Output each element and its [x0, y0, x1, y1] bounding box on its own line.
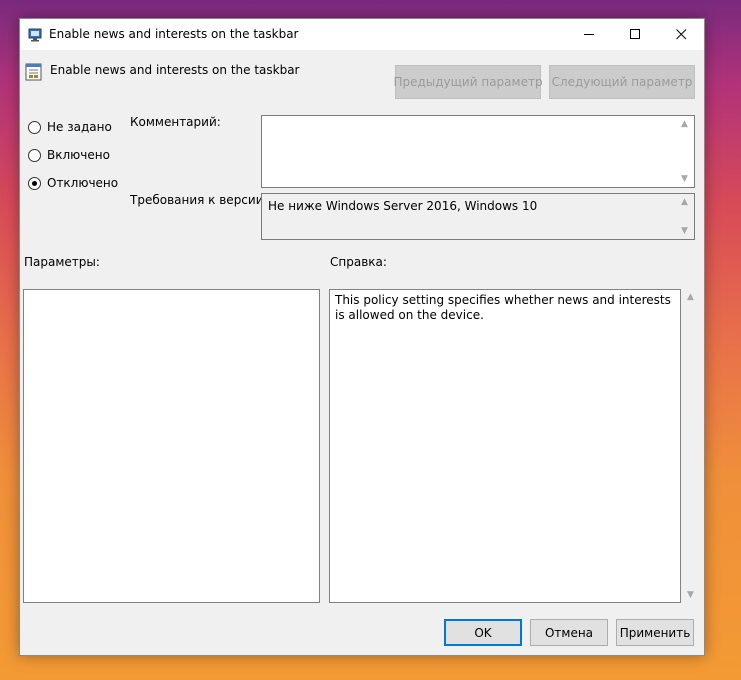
policy-name: Enable news and interests on the taskbar [50, 63, 300, 77]
minimize-icon [584, 34, 594, 35]
next-setting-button[interactable]: Следующий параметр [549, 65, 695, 99]
help-text: This policy setting specifies whether ne… [335, 293, 671, 322]
close-button[interactable] [658, 19, 704, 50]
requirements-label: Требования к версии: [130, 193, 268, 207]
options-panel-label: Параметры: [24, 255, 100, 269]
radio-label: Включено [47, 148, 110, 162]
comment-label: Комментарий: [130, 115, 221, 129]
requirements-scrollbar[interactable]: ▲ ▼ [677, 194, 694, 239]
title-bar[interactable]: Enable news and interests on the taskbar [20, 19, 704, 50]
help-panel[interactable]: This policy setting specifies whether ne… [329, 289, 681, 603]
policy-dialog: Enable news and interests on the taskbar [19, 18, 705, 656]
comment-scrollbar[interactable]: ▲ ▼ [677, 116, 694, 187]
help-scrollbar[interactable]: ▲ ▼ [683, 289, 700, 603]
options-panel[interactable] [23, 289, 320, 603]
chevron-up-icon[interactable]: ▲ [681, 197, 688, 207]
minimize-button[interactable] [566, 19, 612, 50]
close-icon [676, 29, 687, 40]
apply-button[interactable]: Применить [616, 619, 694, 646]
radio-label: Отключено [47, 176, 119, 190]
ok-button[interactable]: OK [444, 619, 522, 646]
maximize-button[interactable] [612, 19, 658, 50]
previous-setting-button[interactable]: Предыдущий параметр [393, 65, 543, 99]
requirements-box: Не ниже Windows Server 2016, Windows 10 … [261, 193, 695, 240]
radio-not-configured[interactable]: Не задано [28, 119, 112, 135]
policy-setting-icon [25, 63, 43, 81]
window-title: Enable news and interests on the taskbar [49, 27, 299, 41]
radio-circle-selected [28, 176, 41, 190]
policy-settings-icon [28, 27, 44, 43]
radio-enabled[interactable]: Включено [28, 147, 110, 163]
radio-disabled[interactable]: Отключено [28, 175, 118, 191]
radio-circle [28, 148, 41, 162]
cancel-button[interactable]: Отмена [530, 619, 608, 646]
chevron-up-icon[interactable]: ▲ [687, 292, 694, 302]
requirements-text: Не ниже Windows Server 2016, Windows 10 [268, 199, 538, 213]
maximize-icon [630, 29, 640, 39]
help-panel-label: Справка: [330, 255, 387, 269]
chevron-down-icon[interactable]: ▼ [681, 174, 688, 184]
chevron-down-icon[interactable]: ▼ [687, 590, 694, 600]
radio-label: Не задано [47, 120, 112, 134]
comment-textarea[interactable]: ▲ ▼ [261, 115, 695, 188]
radio-circle [28, 120, 41, 134]
chevron-down-icon[interactable]: ▼ [681, 226, 688, 236]
chevron-up-icon[interactable]: ▲ [681, 119, 688, 129]
